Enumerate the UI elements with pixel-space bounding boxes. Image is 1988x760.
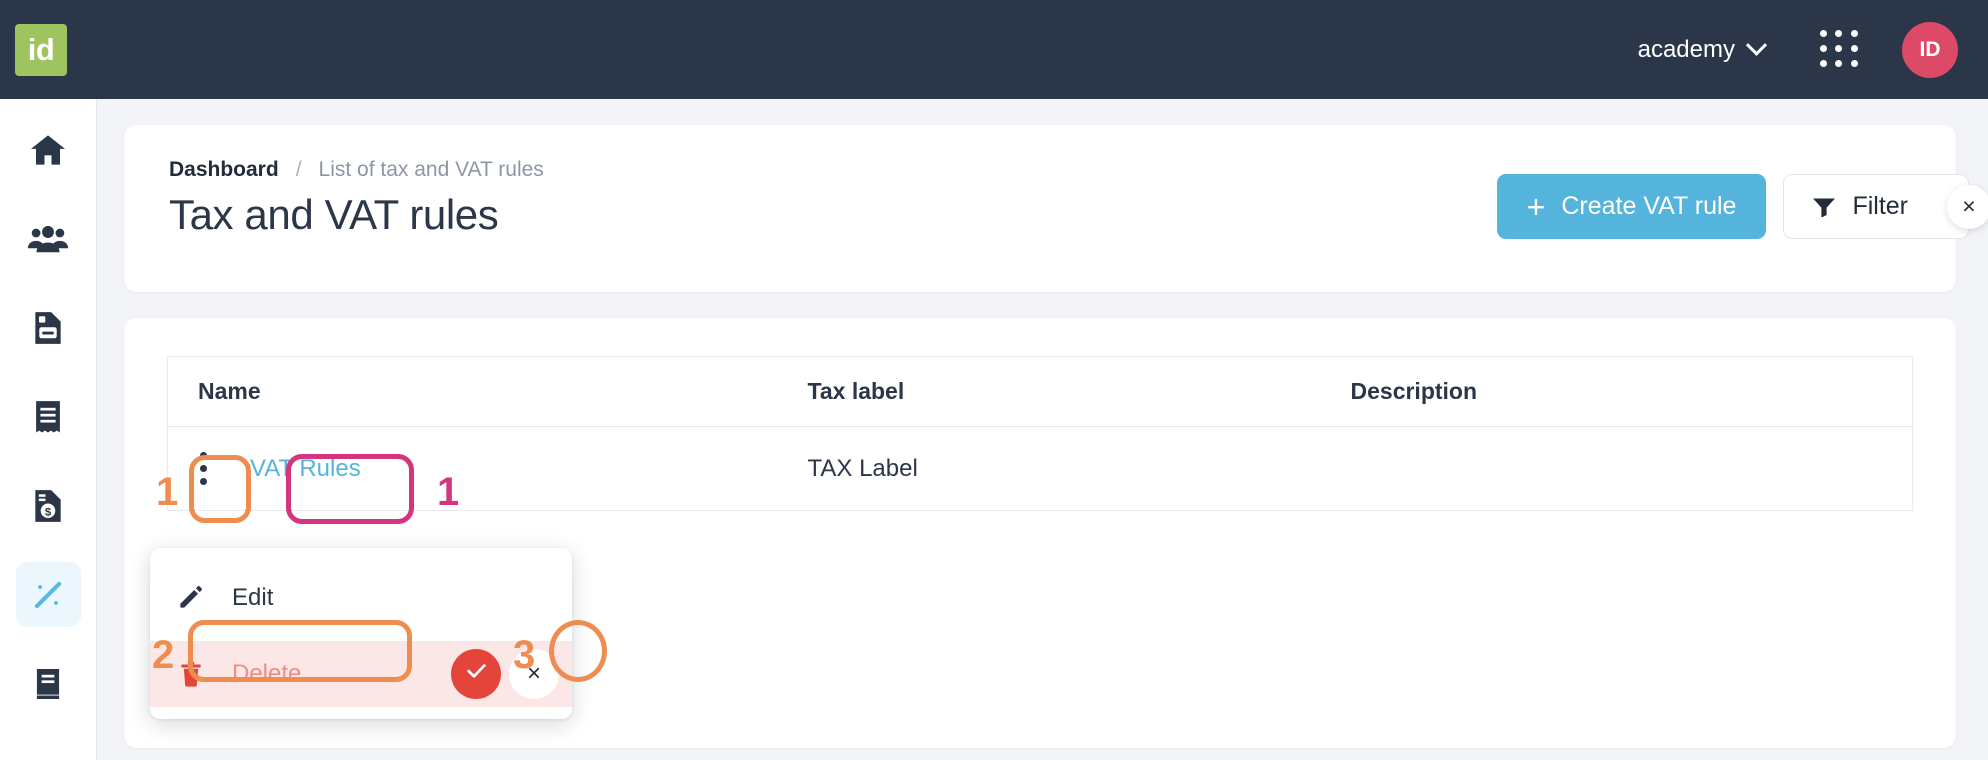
- plus-icon: +: [1526, 188, 1546, 225]
- trash-icon: [177, 661, 204, 687]
- breadcrumb-current[interactable]: List of tax and VAT rules: [319, 158, 544, 182]
- create-vat-rule-label: Create VAT rule: [1561, 192, 1737, 220]
- funnel-icon: [1812, 197, 1836, 217]
- sidebar-item-documents[interactable]: [16, 295, 81, 360]
- book-icon: [29, 665, 67, 703]
- column-header-description: Description: [1350, 356, 1913, 427]
- column-header-tax-label: Tax label: [807, 356, 1351, 427]
- sidebar-item-home[interactable]: [16, 117, 81, 182]
- row-name-link[interactable]: VAT Rules: [250, 455, 361, 483]
- sidebar: $: [0, 99, 97, 760]
- table-header-row: Name Tax label Description: [167, 356, 1913, 427]
- percent-icon: [29, 576, 67, 614]
- app-logo[interactable]: id: [15, 23, 67, 76]
- apps-grid-icon[interactable]: [1820, 29, 1860, 70]
- sidebar-item-customers[interactable]: [16, 206, 81, 271]
- delete-confirm-group: ×: [451, 649, 559, 699]
- menu-item-delete-label: Delete: [232, 660, 302, 687]
- breadcrumb-root[interactable]: Dashboard: [169, 158, 279, 182]
- filter-button[interactable]: Filter: [1783, 174, 1969, 239]
- home-icon: [28, 130, 68, 170]
- table-head: Name Tax label Description: [167, 356, 1913, 427]
- menu-item-edit-label: Edit: [232, 583, 274, 611]
- chevron-down-icon: [1745, 34, 1768, 56]
- invoice-dollar-icon: $: [29, 487, 67, 525]
- breadcrumb-separator: /: [295, 158, 302, 181]
- svg-text:$: $: [45, 506, 52, 518]
- receipt-icon: [29, 398, 67, 436]
- top-bar: id academy ID: [0, 0, 1988, 99]
- cell-tax-label: TAX Label: [807, 426, 1351, 511]
- kebab-menu-icon[interactable]: [180, 446, 226, 492]
- delete-confirm-yes[interactable]: [451, 649, 501, 699]
- menu-item-edit[interactable]: Edit: [150, 568, 572, 627]
- name-cell-group: VAT Rules: [180, 446, 808, 492]
- topbar-right-group: academy ID: [1628, 21, 1958, 78]
- org-switcher[interactable]: academy: [1628, 28, 1774, 72]
- sidebar-item-tax-and-vat[interactable]: [15, 562, 81, 627]
- avatar[interactable]: ID: [1902, 21, 1958, 78]
- users-icon: [27, 218, 69, 260]
- sidebar-item-invoices[interactable]: $: [16, 473, 81, 538]
- pencil-icon: [177, 584, 204, 611]
- column-header-name: Name: [167, 356, 808, 427]
- table-row: VAT Rules TAX Label: [167, 426, 1913, 511]
- row-action-menu: Edit Delete ×: [150, 548, 572, 719]
- rules-table: Name Tax label Description VAT Rules TAX…: [167, 356, 1913, 511]
- table-body: VAT Rules TAX Label: [167, 426, 1913, 511]
- org-name: academy: [1637, 35, 1735, 63]
- check-icon: [464, 658, 489, 690]
- menu-item-delete[interactable]: Delete ×: [150, 641, 572, 707]
- cell-description: [1350, 426, 1913, 511]
- sidebar-item-ledger[interactable]: [16, 651, 81, 716]
- delete-confirm-no[interactable]: ×: [509, 649, 559, 699]
- header-actions: + Create VAT rule Filter ×: [1496, 174, 1988, 239]
- cell-name: VAT Rules: [167, 426, 808, 511]
- sidebar-item-receipts[interactable]: [16, 384, 81, 449]
- filter-clear-button[interactable]: ×: [1947, 184, 1988, 229]
- page-header-card: Dashboard / List of tax and VAT rules Ta…: [124, 125, 1988, 292]
- filter-label: Filter: [1852, 192, 1908, 220]
- filter-button-group: Filter ×: [1783, 174, 1988, 239]
- create-vat-rule-button[interactable]: + Create VAT rule: [1496, 174, 1767, 239]
- document-icon: [29, 309, 67, 347]
